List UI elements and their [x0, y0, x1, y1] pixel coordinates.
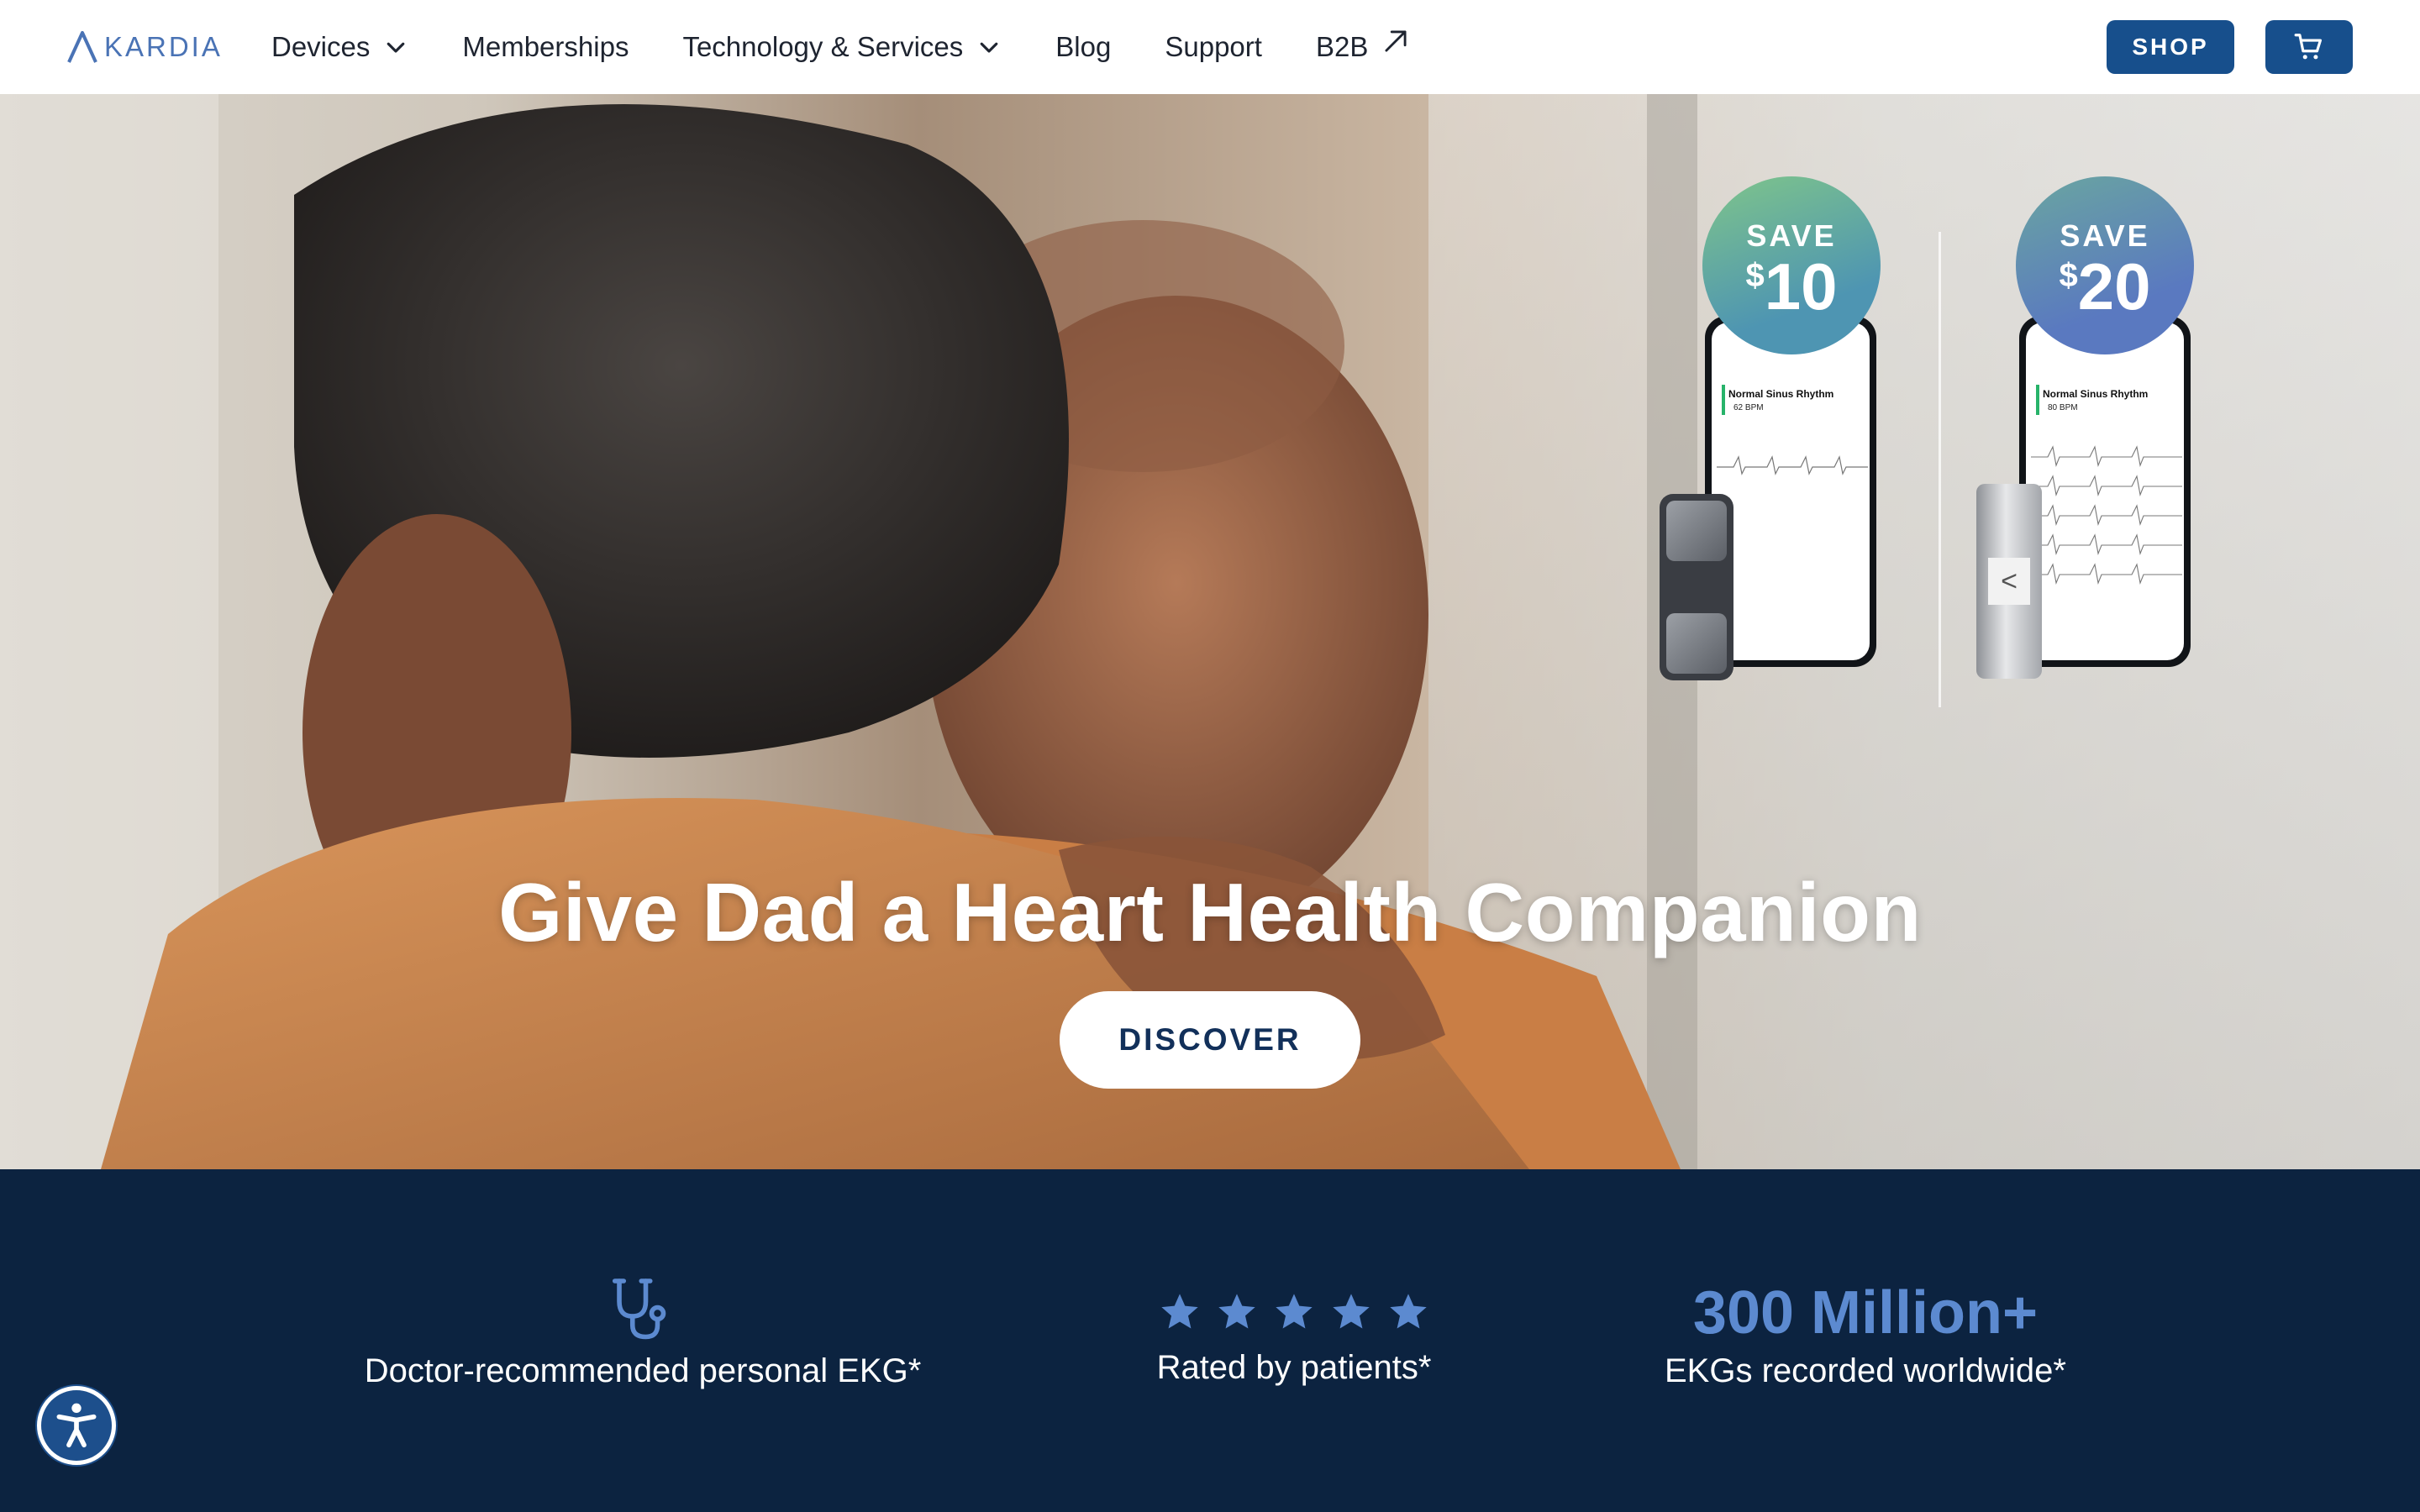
nav-devices-label: Devices: [271, 31, 371, 62]
electrode-pad: [1666, 501, 1727, 561]
nav-support[interactable]: Support: [1165, 31, 1262, 63]
rhythm-status: Normal Sinus Rhythm: [1728, 388, 1834, 400]
save-amount-value: 10: [1764, 249, 1838, 323]
rhythm-indicator: [1722, 385, 1725, 415]
stethoscope-icon: [612, 1278, 666, 1340]
stat-label: EKGs recorded worldwide*: [1665, 1352, 2066, 1389]
heart-rate: 62 BPM: [1733, 403, 1764, 412]
stat-label: Rated by patients*: [1156, 1349, 1432, 1386]
nav-memberships-label: Memberships: [462, 31, 629, 62]
heart-rate: 80 BPM: [2048, 403, 2078, 412]
shop-button[interactable]: SHOP: [2107, 20, 2234, 74]
star-icon: [1333, 1294, 1370, 1329]
nav-b2b[interactable]: B2B: [1315, 30, 1412, 63]
currency-symbol: $: [2059, 257, 2078, 294]
save-amount: $ 20: [2059, 254, 2150, 319]
cart-icon: [2294, 34, 2323, 60]
star-icon: [1161, 1294, 1198, 1329]
logo-text: KARDIA: [104, 31, 223, 62]
save-badge-20[interactable]: SAVE $ 20: [2016, 176, 2194, 354]
top-navigation: KARDIA Devices Memberships Technology & …: [0, 0, 2420, 94]
star-icon: [1276, 1294, 1313, 1329]
accessibility-button[interactable]: [37, 1386, 116, 1465]
promo-divider: [1939, 232, 1941, 707]
currency-symbol: $: [1745, 257, 1765, 294]
hero-title: Give Dad a Heart Health Companion: [498, 866, 1922, 958]
phone-image-kardiamobile-6l: Normal Sinus Rhythm 80 BPM: [2019, 316, 2191, 667]
save-word: SAVE: [1746, 218, 1837, 253]
stat-doctor-recommended: Doctor-recommended personal EKG*: [319, 1275, 966, 1390]
phone-screen: Normal Sinus Rhythm 80 BPM: [2026, 323, 2184, 660]
phone-screen: Normal Sinus Rhythm 62 BPM: [1712, 323, 1870, 660]
chevron-down-icon: [387, 42, 405, 53]
kardiamobile-device-image: [1660, 494, 1733, 680]
kardia-chevron-logo-icon: [67, 31, 97, 63]
accessibility-icon: [56, 1403, 97, 1448]
save-amount-value: 20: [2077, 249, 2151, 323]
star-icon: [1218, 1294, 1255, 1329]
nav-devices[interactable]: Devices: [271, 31, 408, 63]
rhythm-indicator: [2036, 385, 2039, 415]
hero-banner: SAVE $ 10 Normal Sinus Rhythm 62 BPM SAV…: [0, 94, 2420, 1169]
star-rating: [1084, 1290, 1504, 1334]
nav-blog-label: Blog: [1055, 31, 1112, 62]
star-icon: [1390, 1294, 1427, 1329]
stat-ekgs-recorded: 300 Million+ EKGs recorded worldwide*: [1580, 1278, 2151, 1390]
electrode-pad: [1666, 613, 1727, 674]
stats-band: Doctor-recommended personal EKG* Rated b…: [0, 1169, 2420, 1512]
ekg-trace: [1717, 455, 1868, 475]
nav-technology-services[interactable]: Technology & Services: [682, 31, 1002, 63]
stat-label: Doctor-recommended personal EKG*: [364, 1352, 922, 1389]
save-word: SAVE: [2060, 218, 2150, 253]
device-logo-mark: <: [1988, 558, 2030, 605]
discover-button[interactable]: DISCOVER: [1060, 991, 1360, 1089]
nav-memberships[interactable]: Memberships: [462, 31, 629, 63]
ekg-six-lead-traces: [2031, 445, 2182, 585]
external-arrow-icon: [1385, 30, 1407, 52]
rhythm-status: Normal Sinus Rhythm: [2043, 388, 2149, 400]
kardia-logo[interactable]: KARDIA: [66, 30, 223, 64]
kardiamobile-6l-device-image: <: [1976, 484, 2042, 679]
nav-blog[interactable]: Blog: [1055, 31, 1111, 63]
save-amount: $ 10: [1745, 254, 1837, 319]
main-menu: Devices Memberships Technology & Service…: [271, 0, 1465, 94]
cart-button[interactable]: [2265, 20, 2353, 74]
nav-technology-label: Technology & Services: [682, 31, 964, 62]
stat-rated-by-patients: Rated by patients*: [1084, 1290, 1504, 1387]
nav-b2b-label: B2B: [1315, 31, 1369, 62]
stat-value: 300 Million+: [1692, 1279, 2039, 1347]
save-badge-10[interactable]: SAVE $ 10: [1702, 176, 1881, 354]
chevron-down-icon: [980, 42, 998, 53]
nav-support-label: Support: [1165, 31, 1262, 62]
